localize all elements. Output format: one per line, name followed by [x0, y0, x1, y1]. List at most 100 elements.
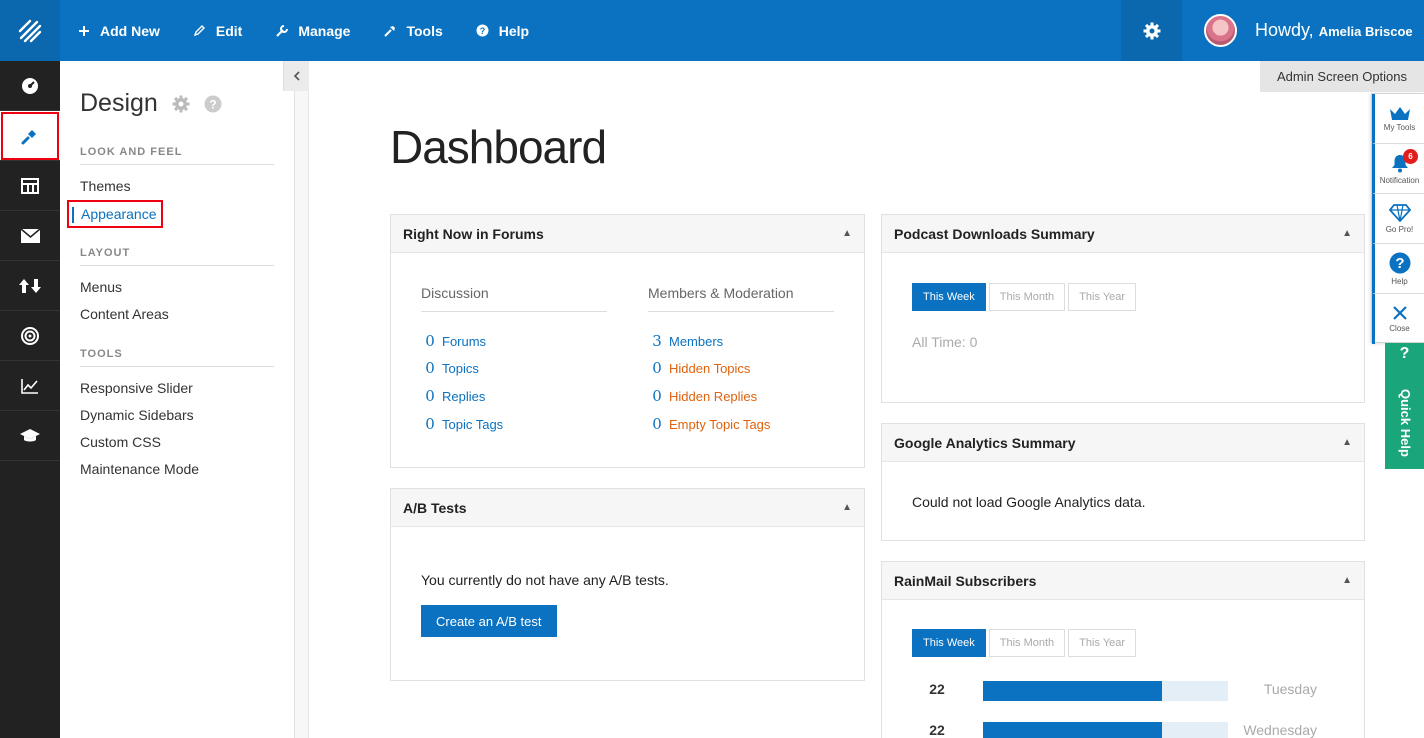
sidebar-mail[interactable]: [0, 211, 60, 261]
tab-this-month[interactable]: This Month: [988, 283, 1066, 311]
stat-number: 0: [425, 387, 435, 405]
create-ab-test-button[interactable]: Create an A/B test: [421, 605, 557, 637]
link-maintenance-mode[interactable]: Maintenance Mode: [80, 461, 199, 477]
icon-sidebar: [0, 61, 60, 738]
sidebar-analytics[interactable]: [0, 361, 60, 411]
stat-replies[interactable]: 0 Replies: [421, 387, 485, 405]
podcast-widget-title: Podcast Downloads Summary: [894, 225, 1095, 242]
help-circle-icon[interactable]: ?: [204, 95, 222, 113]
settings-gear-icon[interactable]: [172, 95, 190, 113]
howdy-text: Howdy, Amelia Briscoe: [1255, 20, 1413, 41]
analytics-widget: Google Analytics Summary ▲ Could not loa…: [881, 423, 1365, 541]
stat-number: 0: [652, 359, 662, 377]
page-title: Dashboard: [390, 121, 607, 173]
podcast-widget-header: Podcast Downloads Summary ▲: [882, 215, 1364, 253]
tab-this-month[interactable]: This Month: [988, 629, 1066, 657]
user-name: Amelia Briscoe: [1318, 24, 1413, 39]
tab-this-year[interactable]: This Year: [1068, 629, 1137, 657]
stat-number: 0: [652, 415, 662, 433]
go-pro-button[interactable]: Go Pro!: [1372, 194, 1424, 244]
podcast-widget: Podcast Downloads Summary ▲ This Week Th…: [881, 214, 1365, 403]
link-themes[interactable]: Themes: [80, 178, 131, 194]
ab-message: You currently do not have any A/B tests.: [421, 572, 669, 588]
diamond-icon: [1388, 203, 1411, 222]
line-chart-icon: [21, 378, 38, 394]
subscriber-count: 22: [929, 681, 945, 697]
sidebar-target[interactable]: [0, 311, 60, 361]
link-appearance[interactable]: Appearance: [67, 200, 163, 228]
stat-topic-tags[interactable]: 0 Topic Tags: [421, 415, 503, 433]
rainmail-widget: RainMail Subscribers ▲ This Week This Mo…: [881, 561, 1365, 738]
sidebar-transfer[interactable]: [0, 261, 60, 311]
help-button[interactable]: ? Help: [1372, 244, 1424, 294]
notification-badge: 6: [1403, 149, 1418, 164]
link-dynamic-sidebars[interactable]: Dynamic Sidebars: [80, 407, 194, 423]
stat-members[interactable]: 3 Members: [648, 332, 723, 350]
manage-menu[interactable]: Manage: [258, 0, 366, 61]
subscriber-count: 22: [929, 722, 945, 738]
logo[interactable]: [0, 0, 60, 61]
quick-help-tab[interactable]: ? Quick Help: [1385, 343, 1424, 469]
help-label: Help: [1391, 276, 1408, 286]
my-tools-button[interactable]: My Tools: [1372, 94, 1424, 144]
tab-this-year[interactable]: This Year: [1068, 283, 1137, 311]
howdy-label: Howdy,: [1255, 20, 1314, 40]
notification-button[interactable]: 6 Notification: [1372, 144, 1424, 194]
stat-number: 3: [652, 332, 662, 350]
tab-this-week[interactable]: This Week: [912, 283, 986, 311]
ab-tests-widget: A/B Tests ▲ You currently do not have an…: [390, 488, 865, 681]
link-content-areas[interactable]: Content Areas: [80, 306, 169, 322]
stat-number: 0: [425, 359, 435, 377]
link-menus[interactable]: Menus: [80, 279, 122, 295]
collapse-triangle-icon[interactable]: ▲: [842, 228, 852, 239]
sidebar-dashboard[interactable]: [0, 61, 60, 111]
tools-menu[interactable]: Tools: [366, 0, 458, 61]
help-menu[interactable]: ? Help: [459, 0, 545, 61]
close-button[interactable]: Close: [1372, 294, 1424, 344]
help-circle-icon: ?: [1389, 252, 1410, 273]
quick-help-label: Quick Help: [1398, 389, 1413, 457]
add-new-label: Add New: [100, 22, 160, 39]
user-menu[interactable]: Howdy, Amelia Briscoe: [1182, 0, 1424, 61]
subscriber-row: 22 Tuesday: [912, 681, 1332, 701]
top-nav: Add New Edit Manage Tools ? Help: [60, 0, 545, 61]
sidebar-layout[interactable]: [0, 161, 60, 211]
subscriber-day: Tuesday: [1263, 681, 1317, 697]
sidebar-design[interactable]: [0, 111, 60, 161]
stat-forums[interactable]: 0 Forums: [421, 332, 486, 350]
ab-widget-title: A/B Tests: [403, 499, 467, 516]
collapse-triangle-icon[interactable]: ▲: [1342, 437, 1352, 448]
my-tools-label: My Tools: [1383, 122, 1416, 132]
forums-widget-header: Right Now in Forums ▲: [391, 215, 864, 253]
tools-label: Tools: [406, 22, 443, 39]
link-custom-css[interactable]: Custom CSS: [80, 434, 161, 450]
subscriber-row: 22 Wednesday: [912, 722, 1332, 738]
add-new-menu[interactable]: Add New: [60, 0, 176, 61]
stat-topics[interactable]: 0 Topics: [421, 359, 479, 377]
design-submenu: Design ? LOOK AND FEEL Themes Appearance…: [60, 61, 295, 738]
stat-empty-topic-tags[interactable]: 0 Empty Topic Tags: [648, 415, 770, 433]
collapse-submenu-button[interactable]: [283, 61, 309, 91]
quick-help-question-icon: ?: [1399, 345, 1410, 362]
screen-options-button[interactable]: Admin Screen Options: [1260, 61, 1424, 92]
section-look-and-feel: LOOK AND FEEL: [80, 146, 274, 165]
collapse-triangle-icon[interactable]: ▲: [842, 502, 852, 513]
stat-number: 0: [425, 415, 435, 433]
edit-menu[interactable]: Edit: [176, 0, 258, 61]
stat-number: 0: [425, 332, 435, 350]
stat-label: Forums: [442, 333, 487, 349]
rainmail-range-tabs: This Week This Month This Year: [912, 629, 1139, 657]
stat-hidden-topics[interactable]: 0 Hidden Topics: [648, 359, 750, 377]
link-responsive-slider[interactable]: Responsive Slider: [80, 380, 193, 396]
tab-this-week[interactable]: This Week: [912, 629, 986, 657]
settings-button[interactable]: [1121, 0, 1182, 61]
manage-label: Manage: [298, 22, 351, 39]
collapse-triangle-icon[interactable]: ▲: [1342, 575, 1352, 586]
close-label: Close: [1389, 324, 1410, 333]
plus-icon: [77, 24, 91, 38]
rainmail-widget-header: RainMail Subscribers ▲: [882, 562, 1364, 600]
collapse-triangle-icon[interactable]: ▲: [1342, 228, 1352, 239]
sidebar-academy[interactable]: [0, 411, 60, 461]
stat-hidden-replies[interactable]: 0 Hidden Replies: [648, 387, 757, 405]
subscriber-bar-fill: [983, 681, 1162, 701]
